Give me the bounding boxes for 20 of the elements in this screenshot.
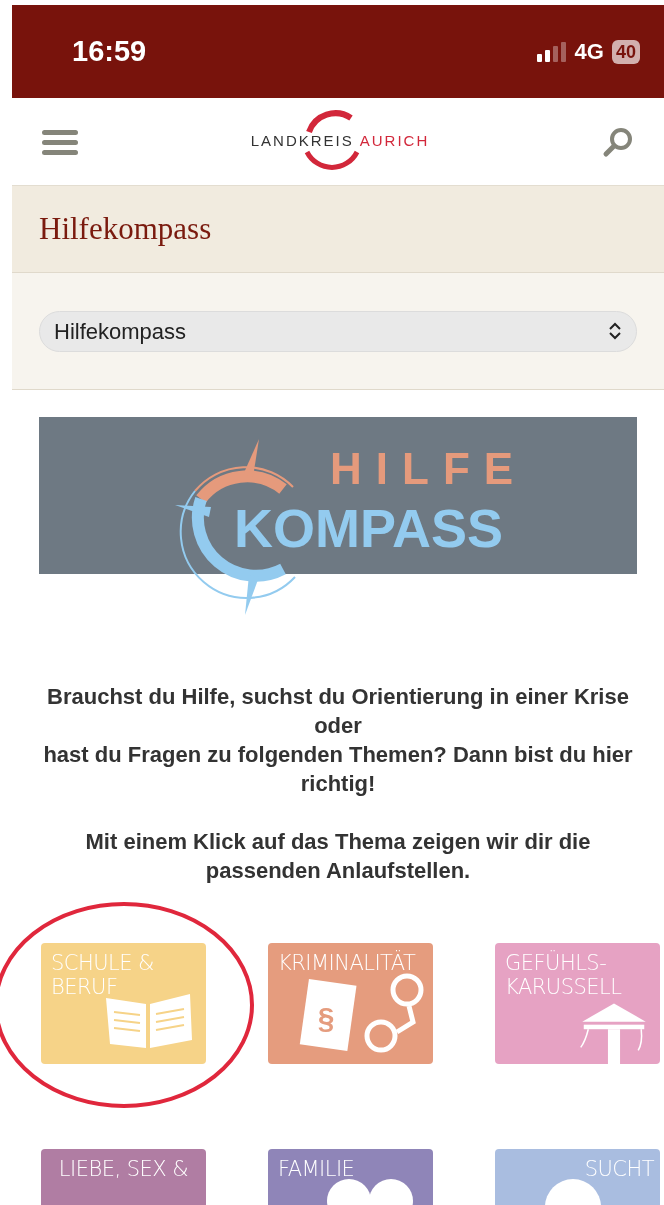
battery-icon: 40 bbox=[611, 39, 640, 64]
paragraph-sign: § bbox=[317, 1001, 335, 1034]
topic-tile[interactable]: SUCHT bbox=[495, 1149, 660, 1205]
intro-text: Mit einem Klick auf das Thema zeigen wir dir die passenden Anlaufstellen. bbox=[84, 828, 592, 885]
banner-kompass-text: KOMPASS bbox=[234, 501, 504, 555]
topic-tile[interactable]: GEFÜHLS-KARUSSELL bbox=[495, 943, 660, 1064]
banner-hilfe-text: HILFE bbox=[330, 447, 528, 491]
topic-select[interactable]: Hilfekompass bbox=[39, 310, 637, 352]
intro-text: hast du Fragen zu folgenden Themen? Dann bist du hier richtig! bbox=[42, 741, 634, 798]
topic-tile[interactable]: LIEBE, SEX & bbox=[41, 1149, 206, 1205]
topic-tile[interactable]: KRIMINALITÄT § bbox=[268, 943, 433, 1064]
status-time: 16:59 bbox=[72, 33, 147, 69]
page-title: Hilfekompass bbox=[39, 209, 212, 248]
topic-tile[interactable]: FAMILIE bbox=[268, 1149, 433, 1205]
site-logo[interactable]: LANDKREIS AURICH bbox=[250, 106, 430, 177]
signal-icon bbox=[536, 41, 567, 62]
menu-icon[interactable] bbox=[42, 127, 78, 156]
chevron-updown-icon bbox=[608, 321, 622, 341]
network-label: 4G bbox=[574, 38, 604, 66]
search-icon[interactable] bbox=[602, 125, 634, 158]
